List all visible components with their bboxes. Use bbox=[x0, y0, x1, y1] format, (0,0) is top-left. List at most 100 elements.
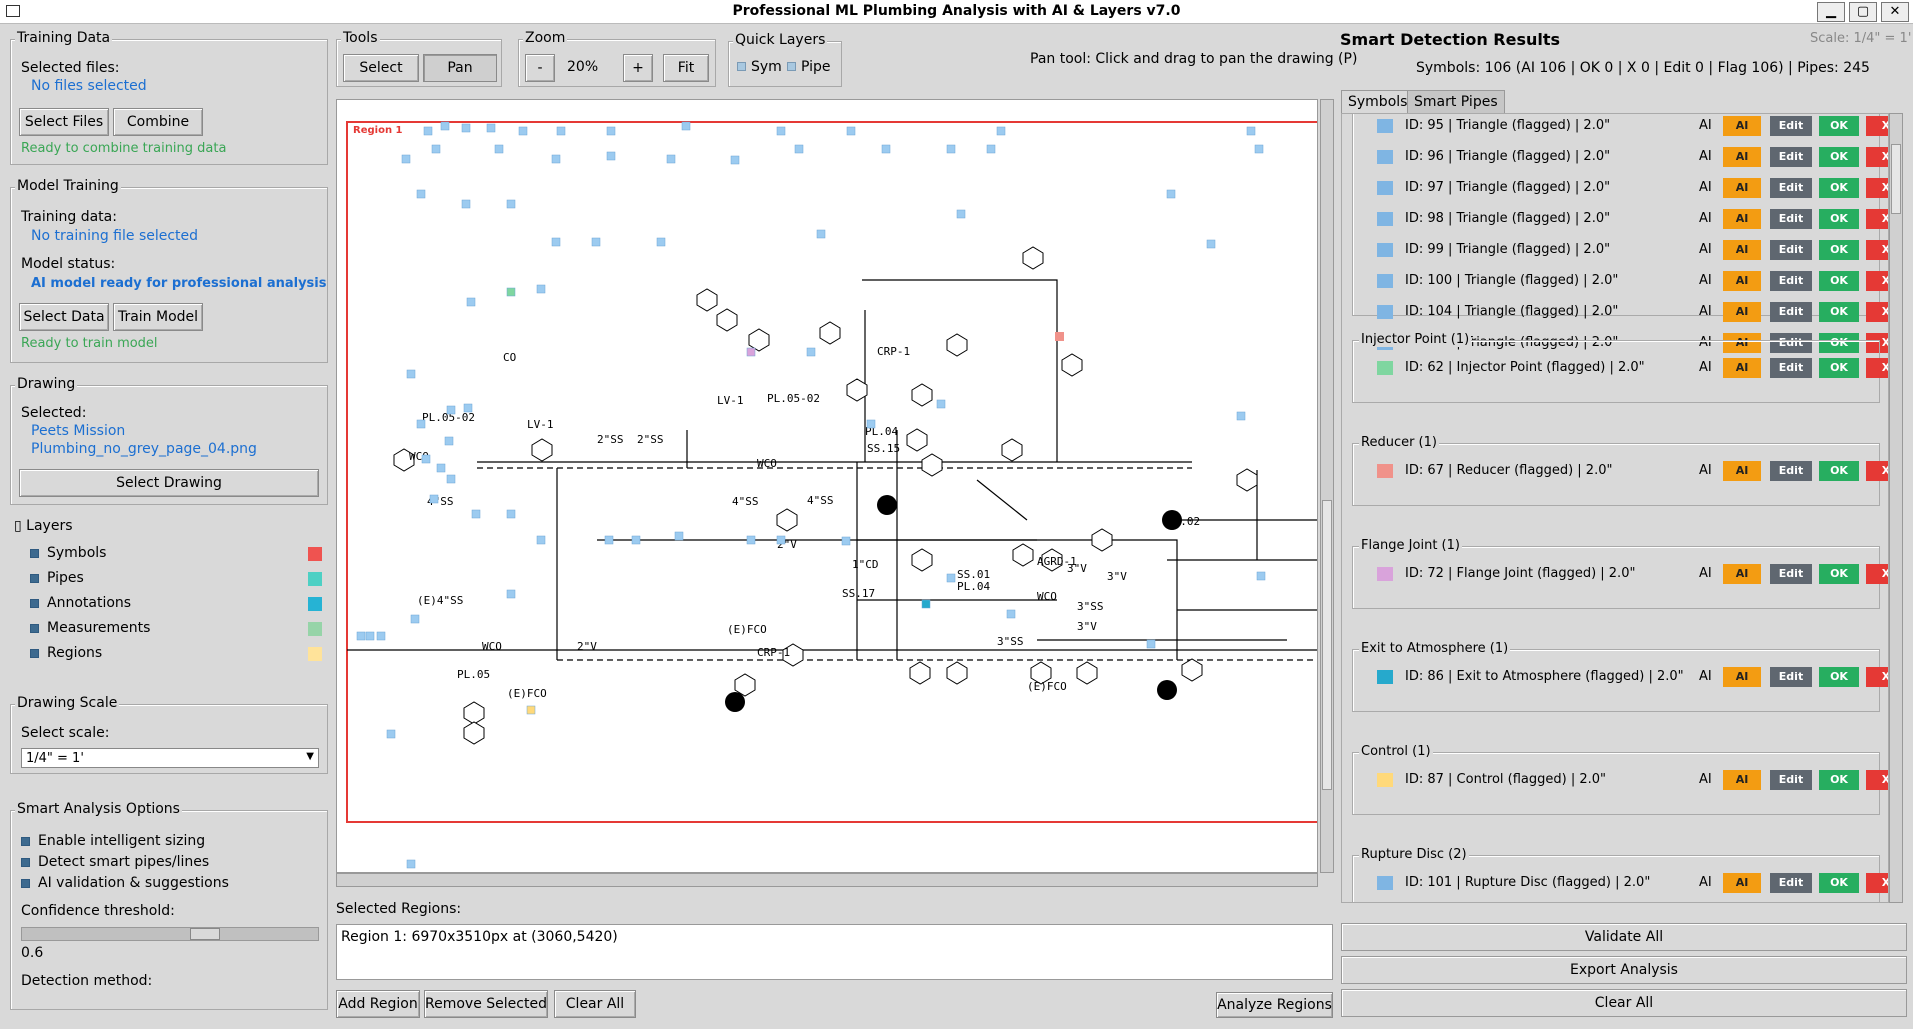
ok-button[interactable]: OK bbox=[1819, 147, 1859, 167]
reject-button[interactable]: X bbox=[1866, 116, 1888, 136]
close-icon[interactable]: ✕ bbox=[1881, 2, 1909, 22]
symbol-marker[interactable] bbox=[816, 229, 826, 239]
symbol-marker[interactable] bbox=[429, 494, 439, 504]
scale-select[interactable]: 1/4" = 1' ▼ bbox=[21, 748, 319, 768]
symbol-marker[interactable] bbox=[556, 126, 566, 136]
symbol-marker[interactable] bbox=[494, 144, 504, 154]
symbol-marker[interactable] bbox=[440, 121, 450, 131]
reject-button[interactable]: X bbox=[1866, 461, 1888, 481]
edit-button[interactable]: Edit bbox=[1770, 302, 1812, 322]
ai-validation-option[interactable]: AI validation & suggestions bbox=[21, 875, 229, 891]
checkbox-icon[interactable] bbox=[30, 623, 39, 633]
symbol-marker[interactable] bbox=[1236, 411, 1246, 421]
tab-smart-pipes[interactable]: Smart Pipes bbox=[1407, 90, 1505, 114]
canvas-vertical-scrollbar[interactable] bbox=[1320, 99, 1334, 873]
layer-color-swatch[interactable] bbox=[308, 622, 322, 636]
edit-button[interactable]: Edit bbox=[1770, 271, 1812, 291]
edit-button[interactable]: Edit bbox=[1770, 116, 1812, 136]
symbol-marker[interactable] bbox=[846, 126, 856, 136]
layer-item-pipes[interactable]: Pipes bbox=[30, 570, 84, 586]
ok-button[interactable]: OK bbox=[1819, 770, 1859, 790]
reject-button[interactable]: X bbox=[1866, 873, 1888, 893]
selected-region-item[interactable]: Region 1: 6970x3510px at (3060,5420) bbox=[341, 929, 618, 945]
checkbox-icon[interactable] bbox=[21, 878, 30, 888]
symbol-marker[interactable] bbox=[486, 123, 496, 133]
add-region-button[interactable]: Add Region bbox=[336, 990, 420, 1018]
ai-button[interactable]: AI bbox=[1723, 209, 1761, 229]
intelligent-sizing-option[interactable]: Enable intelligent sizing bbox=[21, 833, 205, 849]
edit-button[interactable]: Edit bbox=[1770, 873, 1812, 893]
canvas-horizontal-scrollbar[interactable] bbox=[336, 873, 1318, 887]
layer-item-symbols[interactable]: Symbols bbox=[30, 545, 106, 561]
layer-item-regions[interactable]: Regions bbox=[30, 645, 102, 661]
ok-button[interactable]: OK bbox=[1819, 461, 1859, 481]
edit-button[interactable]: Edit bbox=[1770, 147, 1812, 167]
symbol-marker[interactable] bbox=[461, 123, 471, 133]
ai-button[interactable]: AI bbox=[1723, 358, 1761, 378]
ai-button[interactable]: AI bbox=[1723, 271, 1761, 291]
symbol-marker[interactable] bbox=[656, 237, 666, 247]
ai-button[interactable]: AI bbox=[1723, 564, 1761, 584]
checkbox-icon[interactable] bbox=[30, 648, 39, 658]
symbol-marker[interactable] bbox=[1246, 126, 1256, 136]
symbol-marker[interactable] bbox=[794, 144, 804, 154]
symbol-marker[interactable] bbox=[1254, 144, 1264, 154]
symbol-marker[interactable] bbox=[681, 121, 691, 131]
symbol-marker[interactable] bbox=[436, 463, 446, 473]
select-data-button[interactable]: Select Data bbox=[19, 303, 109, 331]
checkbox-icon[interactable] bbox=[30, 548, 39, 558]
symbol-marker[interactable] bbox=[551, 154, 561, 164]
edit-button[interactable]: Edit bbox=[1770, 667, 1812, 687]
ai-button[interactable]: AI bbox=[1723, 770, 1761, 790]
symbol-marker[interactable] bbox=[1006, 609, 1016, 619]
zoom-fit-button[interactable]: Fit bbox=[663, 54, 709, 82]
select-drawing-button[interactable]: Select Drawing bbox=[19, 469, 319, 497]
edit-button[interactable]: Edit bbox=[1770, 564, 1812, 584]
symbol-marker[interactable] bbox=[866, 419, 876, 429]
edit-button[interactable]: Edit bbox=[1770, 240, 1812, 260]
symbol-marker[interactable] bbox=[746, 347, 756, 357]
results-scrollbar-thumb[interactable] bbox=[1891, 144, 1901, 214]
drawing-canvas[interactable]: PL.05-02 LV-1 LV-1 PL.05-02 CRP-1 PL.04 SS.… bbox=[336, 99, 1318, 873]
ok-button[interactable]: OK bbox=[1819, 873, 1859, 893]
symbol-marker[interactable] bbox=[526, 705, 536, 715]
symbol-marker[interactable] bbox=[730, 155, 740, 165]
symbol-marker[interactable] bbox=[466, 297, 476, 307]
layer-color-swatch[interactable] bbox=[308, 572, 322, 586]
symbol-marker[interactable] bbox=[506, 199, 516, 209]
symbol-marker[interactable] bbox=[431, 144, 441, 154]
analyze-regions-button[interactable]: Analyze Regions bbox=[1216, 992, 1333, 1018]
symbol-marker[interactable] bbox=[406, 369, 416, 379]
symbol-marker[interactable] bbox=[1166, 189, 1176, 199]
ok-button[interactable]: OK bbox=[1819, 178, 1859, 198]
train-model-button[interactable]: Train Model bbox=[113, 303, 203, 331]
symbol-marker[interactable] bbox=[444, 436, 454, 446]
layer-color-swatch[interactable] bbox=[308, 547, 322, 561]
select-files-button[interactable]: Select Files bbox=[19, 108, 109, 136]
ok-button[interactable]: OK bbox=[1819, 271, 1859, 291]
symbol-marker[interactable] bbox=[746, 535, 756, 545]
edit-button[interactable]: Edit bbox=[1770, 178, 1812, 198]
validate-all-button[interactable]: Validate All bbox=[1341, 923, 1907, 951]
symbol-marker[interactable] bbox=[471, 509, 481, 519]
combine-button[interactable]: Combine bbox=[113, 108, 203, 136]
symbol-marker[interactable] bbox=[446, 474, 456, 484]
symbol-marker[interactable] bbox=[776, 126, 786, 136]
select-tool-button[interactable]: Select bbox=[343, 54, 419, 82]
reject-button[interactable]: X bbox=[1866, 358, 1888, 378]
symbol-marker[interactable] bbox=[416, 419, 426, 429]
symbol-marker[interactable] bbox=[376, 631, 386, 641]
ok-button[interactable]: OK bbox=[1819, 116, 1859, 136]
symbol-marker[interactable] bbox=[1146, 639, 1156, 649]
ai-button[interactable]: AI bbox=[1723, 147, 1761, 167]
symbol-marker[interactable] bbox=[551, 237, 561, 247]
ok-button[interactable]: OK bbox=[1819, 358, 1859, 378]
reject-button[interactable]: X bbox=[1866, 147, 1888, 167]
reject-button[interactable]: X bbox=[1866, 564, 1888, 584]
symbol-marker[interactable] bbox=[946, 573, 956, 583]
symbol-marker[interactable] bbox=[356, 631, 366, 641]
ai-button[interactable]: AI bbox=[1723, 116, 1761, 136]
edit-button[interactable]: Edit bbox=[1770, 209, 1812, 229]
symbol-marker[interactable] bbox=[423, 126, 433, 136]
symbol-marker[interactable] bbox=[591, 237, 601, 247]
